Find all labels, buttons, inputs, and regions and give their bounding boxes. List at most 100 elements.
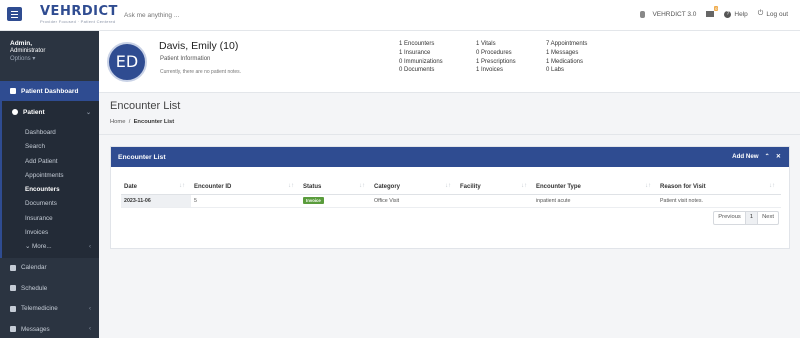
sidebar-item-schedule[interactable]: Schedule [0, 278, 99, 299]
user-options[interactable]: Options ▾ [10, 55, 99, 62]
sidebar-subitem-encounters[interactable]: Encounters [2, 183, 99, 197]
list-icon [10, 285, 16, 292]
page-1-button[interactable]: 1 [745, 212, 759, 224]
stat-labs[interactable]: 0 Labs [546, 67, 626, 73]
cell-facility [457, 194, 533, 208]
more-label: ⌄ More... [25, 243, 52, 251]
cell-category: Office Visit [371, 194, 457, 208]
sidebar-item-label: Telemedicine [21, 305, 58, 313]
stat-documents[interactable]: 0 Documents [399, 67, 476, 73]
close-icon[interactable]: ✕ [776, 153, 781, 160]
stat-encounters[interactable]: 1 Encounters [399, 41, 476, 47]
logo-tagline: Provider Focused · Patient Centered [40, 19, 116, 24]
sort-icon: ↓↑ [769, 183, 775, 189]
cell-status: Invoice [300, 194, 371, 208]
user-role: Administrator [10, 48, 46, 54]
sort-icon: ↓↑ [645, 183, 651, 189]
column-header-category[interactable]: Category ↓↑ [371, 180, 457, 195]
logo-text: VEHRDICT [40, 4, 118, 19]
sort-icon: ↓↑ [445, 183, 451, 189]
collapse-icon[interactable]: ⌃ [765, 153, 770, 160]
encounter-list-card: Encounter List Add New ⌃ ✕ Date ↓↑ Encoun… [110, 146, 790, 249]
column-label: Status [303, 183, 322, 190]
column-label: Date [124, 183, 138, 190]
chevron-left-icon: ‹ [89, 305, 91, 312]
stat-medications[interactable]: 1 Medications [546, 59, 626, 65]
sidebar-subitem-search[interactable]: Search [2, 140, 99, 154]
column-header-date[interactable]: Date ↓↑ [121, 180, 191, 195]
patient-submenu: Dashboard Search Add Patient Appointment… [0, 123, 99, 258]
sidebar-subitem-insurance[interactable]: Insurance [2, 212, 99, 226]
help-link[interactable]: ? Help [724, 10, 748, 18]
logout-link[interactable]: ⏻ Log out [758, 10, 788, 18]
user-name: Admin, [10, 40, 33, 47]
sidebar-item-calendar[interactable]: Calendar [0, 258, 99, 279]
sidebar-item-label: Messages [21, 325, 50, 333]
sidebar-item-messages[interactable]: Messages ‹ [0, 319, 99, 338]
stat-vitals[interactable]: 1 Vitals [476, 41, 546, 47]
column-label: Encounter Type [536, 183, 581, 190]
sidebar-item-patient[interactable]: Patient ⌄ [0, 101, 99, 123]
card-actions: Add New ⌃ ✕ [732, 153, 781, 160]
breadcrumb: Home / Encounter List [110, 119, 174, 125]
logo[interactable]: VEHRDICT Provider Focused · Patient Cent… [40, 5, 118, 24]
calendar-icon [10, 264, 16, 271]
top-right-actions: VEHRDICT 3.0 0 ? Help ⏻ Log out [640, 6, 788, 18]
breadcrumb-current: Encounter List [133, 119, 175, 125]
chevron-left-icon: ‹ [89, 326, 91, 333]
logout-icon: ⏻ [757, 10, 764, 17]
add-new-button[interactable]: Add New [732, 153, 758, 160]
column-header-encounter-id[interactable]: Encounter ID ↓↑ [191, 180, 300, 195]
page-title: Encounter List [110, 100, 181, 112]
previous-button[interactable]: Previous [714, 212, 746, 224]
sort-icon: ↓↑ [359, 183, 365, 189]
sidebar-subitem-more[interactable]: ⌄ More... ‹ [2, 240, 99, 254]
column-label: Facility [460, 183, 481, 190]
microphone-icon[interactable] [640, 10, 646, 18]
column-header-reason-for-visit[interactable]: Reason for Visit ↓↑ [657, 180, 781, 195]
stat-prescriptions[interactable]: 1 Prescriptions [476, 59, 546, 65]
search-input[interactable] [118, 8, 298, 22]
stat-insurance[interactable]: 1 Insurance [399, 50, 476, 56]
cell-encounter-id: 5 [191, 194, 300, 208]
sidebar-item-label: Calendar [21, 264, 47, 272]
next-button[interactable]: Next [758, 212, 778, 224]
breadcrumb-separator: / [128, 119, 131, 125]
envelope-icon [10, 326, 16, 333]
sidebar-subitem-appointments[interactable]: Appointments [2, 169, 99, 183]
sidebar-subitem-dashboard[interactable]: Dashboard [2, 126, 99, 140]
column-label: Encounter ID [194, 183, 232, 190]
messages-item[interactable]: 0 [706, 6, 719, 17]
sidebar-subitem-invoices[interactable]: Invoices [2, 226, 99, 240]
help-label: Help [734, 10, 748, 18]
stat-procedures[interactable]: 0 Procedures [476, 50, 546, 56]
sidebar-item-telemedicine[interactable]: Telemedicine ‹ [0, 299, 99, 320]
hamburger-menu-icon[interactable] [7, 7, 22, 21]
sidebar-subitem-documents[interactable]: Documents [2, 197, 99, 211]
sort-icon: ↓↑ [288, 183, 294, 189]
stat-immunizations[interactable]: 0 Immunizations [399, 59, 476, 65]
table-row[interactable]: 2023-11-06 5 Invoice Office Visit inpati… [121, 194, 781, 208]
sidebar-subitem-add-patient[interactable]: Add Patient [2, 155, 99, 169]
stat-appointments[interactable]: 7 Appointments [546, 41, 626, 47]
column-header-facility[interactable]: Facility ↓↑ [457, 180, 533, 195]
column-label: Category [374, 183, 401, 190]
breadcrumb-home[interactable]: Home [110, 119, 125, 125]
sidebar: Admin, Administrator Options ▾ Patient D… [0, 31, 99, 338]
chevron-left-icon: ‹ [89, 244, 91, 251]
pagination: Previous 1 Next [713, 211, 779, 225]
column-header-status[interactable]: Status ↓↑ [300, 180, 371, 195]
stat-messages[interactable]: 1 Messages [546, 50, 626, 56]
help-icon: ? [724, 10, 732, 18]
column-label: Reason for Visit [660, 183, 706, 190]
stat-invoices[interactable]: 1 Invoices [476, 67, 546, 73]
card-header: Encounter List Add New ⌃ ✕ [111, 147, 789, 167]
patient-information-label: Patient Information [160, 56, 211, 62]
cell-encounter-type: inpatient acute [533, 194, 657, 208]
status-badge[interactable]: Invoice [303, 196, 324, 204]
patient-name: Davis, Emily (10) [159, 40, 239, 52]
top-bar: VEHRDICT Provider Focused · Patient Cent… [0, 0, 800, 31]
sidebar-item-label: Schedule [21, 284, 48, 292]
sidebar-item-patient-dashboard[interactable]: Patient Dashboard [0, 81, 99, 101]
column-header-encounter-type[interactable]: Encounter Type ↓↑ [533, 180, 657, 195]
